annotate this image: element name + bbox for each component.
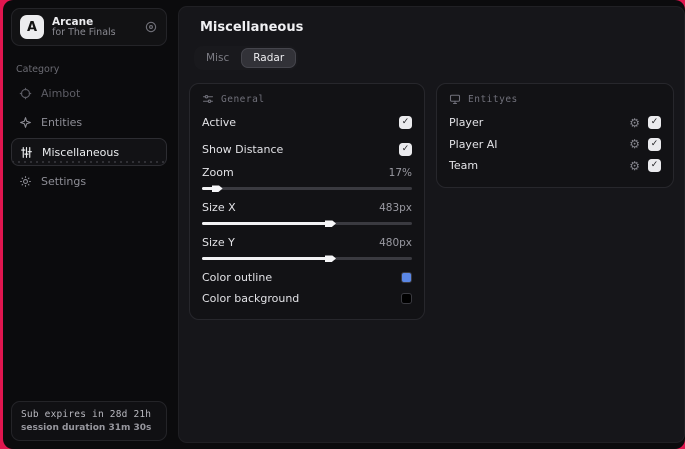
show-distance-checkbox[interactable]: ✓ [399,143,412,156]
size-y-value: 480px [379,236,412,249]
general-panel-title: General [221,93,265,105]
setting-row-show-distance: Show Distance ✓ [202,139,412,160]
zoom-value: 17% [388,166,412,179]
sidebar-item-aimbot[interactable]: Aimbot [11,80,167,107]
player-ai-checkbox[interactable]: ✓ [648,137,661,151]
sidebar-item-entities[interactable]: Entities [11,109,167,136]
zoom-slider-thumb[interactable] [211,185,223,192]
app-header-card: A Arcane for The Finals [11,8,167,46]
entities-icon [18,116,32,129]
sidebar-item-label: Miscellaneous [42,145,120,159]
player-checkbox[interactable]: ✓ [648,116,661,130]
subscription-card: Sub expires in 28d 21h session duration … [11,401,167,441]
entity-row-player: Player ⚙ ✓ [449,112,661,134]
team-checkbox[interactable]: ✓ [648,159,661,173]
general-panel: General Active ✓ Show Distance ✓ Zoom 17… [189,83,425,320]
app-subtitle: for The Finals [52,26,116,38]
size-x-slider-thumb[interactable] [325,220,336,227]
setting-row-color-outline: Color outline [202,267,412,288]
tab-misc[interactable]: Misc [196,48,239,68]
size-y-slider[interactable] [202,255,412,262]
entity-row-player-ai: Player AI ⚙ ✓ [449,134,661,156]
zoom-slider-block: Zoom 17% [202,162,412,192]
size-x-slider-block: Size X 483px [202,197,412,227]
category-label: Category [16,64,60,75]
color-background-swatch[interactable] [401,293,412,304]
sidebar-item-label: Entities [41,116,83,129]
app-window: A Arcane for The Finals Category Aimbot [3,0,685,449]
sidebar-item-miscellaneous[interactable]: Miscellaneous [11,138,167,166]
gear-icon [18,175,32,188]
app-title: Arcane [52,15,94,28]
size-x-slider[interactable] [202,220,412,227]
sidebar: A Arcane for The Finals Category Aimbot [3,0,175,449]
sidebar-item-settings[interactable]: Settings [11,168,167,195]
sliders-icon [19,146,33,159]
entity-row-team: Team ⚙ ✓ [449,155,661,177]
active-checkbox[interactable]: ✓ [399,116,412,129]
tab-radar[interactable]: Radar [241,48,297,68]
size-y-slider-thumb[interactable] [325,255,336,262]
zoom-slider[interactable] [202,185,412,192]
general-sliders-icon [202,93,214,105]
main-area: Miscellaneous Misc Radar General Active … [175,0,685,449]
entities-panel-title: Entityes [468,93,518,105]
team-settings-gear-icon[interactable]: ⚙ [629,160,640,172]
tab-bar: Misc Radar [194,46,299,70]
crosshair-icon [18,87,32,100]
status-target-icon[interactable] [144,20,158,34]
setting-row-color-background: Color background [202,288,412,309]
size-y-slider-block: Size Y 480px [202,232,412,262]
sub-expiry-text: Sub expires in 28d 21h [21,409,152,420]
page-title: Miscellaneous [200,20,304,35]
entities-panel: Entityes Player ⚙ ✓ Player AI ⚙ ✓ Team ⚙… [436,83,674,188]
sidebar-item-label: Aimbot [41,87,81,100]
setting-row-active: Active ✓ [202,112,412,133]
main-panel: Miscellaneous Misc Radar General Active … [178,6,685,443]
player-settings-gear-icon[interactable]: ⚙ [629,117,640,129]
monitor-icon [449,93,461,105]
player-ai-settings-gear-icon[interactable]: ⚙ [629,138,640,150]
session-duration-text: session duration 31m 30s [21,423,152,433]
app-logo: A [20,15,44,39]
color-outline-swatch[interactable] [401,272,412,283]
size-x-value: 483px [379,201,412,214]
sidebar-item-label: Settings [41,175,87,188]
